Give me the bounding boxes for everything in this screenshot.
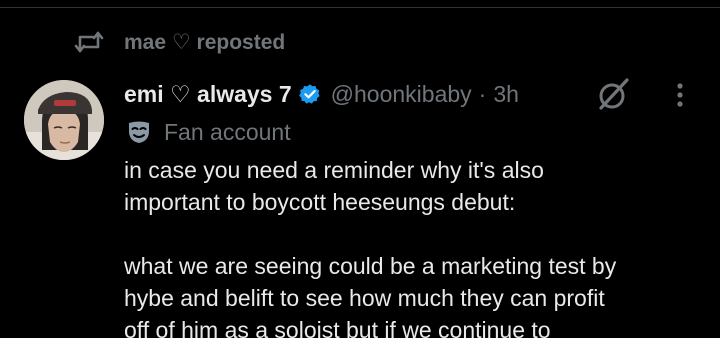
repost-icon bbox=[74, 29, 104, 55]
author-handle[interactable]: @hoonkibaby bbox=[331, 81, 472, 108]
separator-dot: · bbox=[478, 80, 487, 107]
account-label[interactable]: Fan account bbox=[126, 116, 291, 148]
more-options-icon[interactable] bbox=[668, 80, 692, 110]
mask-icon bbox=[126, 119, 152, 145]
avatar[interactable] bbox=[24, 80, 104, 160]
repost-label: mae ♡ reposted bbox=[124, 30, 286, 54]
repost-context[interactable]: mae ♡ reposted bbox=[74, 28, 285, 56]
post-line: in case you need a reminder why it's als… bbox=[124, 157, 544, 183]
grok-icon[interactable] bbox=[596, 76, 632, 112]
post-timestamp[interactable]: 3h bbox=[493, 81, 519, 108]
top-divider bbox=[0, 7, 720, 8]
post-line: important to boycott heeseungs debut: bbox=[124, 189, 516, 215]
author-display-name[interactable]: emi ♡ always 7 bbox=[124, 81, 292, 108]
account-label-text: Fan account bbox=[164, 118, 291, 145]
post-line: what we are seeing could be a marketing … bbox=[124, 253, 617, 279]
post-line: hybe and belift to see how much they can… bbox=[124, 285, 605, 311]
verified-badge-icon[interactable] bbox=[298, 83, 321, 105]
post-body: in case you need a reminder why it's als… bbox=[124, 154, 704, 338]
post-line: off of him as a soloist but if we contin… bbox=[124, 317, 551, 338]
post-header: emi ♡ always 7 @hoonkibaby · 3h bbox=[124, 78, 519, 110]
